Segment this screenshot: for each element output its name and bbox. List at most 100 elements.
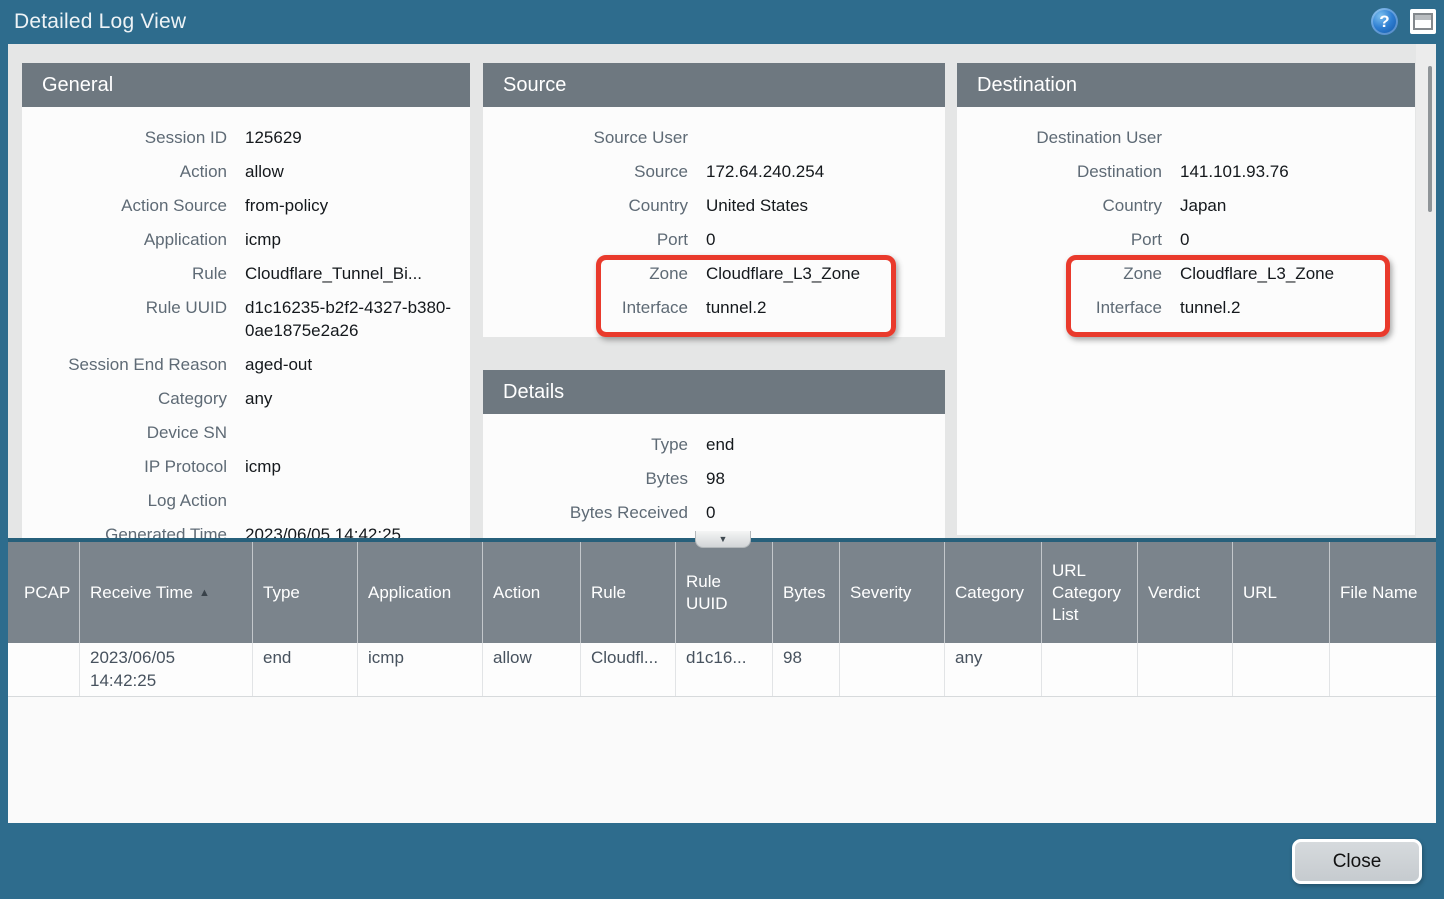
panel-source: Source Source User Source172.64.240.254 … <box>483 63 945 337</box>
field-label: Action <box>22 160 227 183</box>
vertical-scrollbar-track[interactable] <box>1416 44 1436 538</box>
field-value: allow <box>245 160 470 183</box>
field-label: Source User <box>483 126 688 149</box>
chevron-down-icon: ▼ <box>719 535 728 544</box>
field-value: aged-out <box>245 353 470 376</box>
cell-category: any <box>945 643 1042 696</box>
column-header-bytes[interactable]: Bytes <box>773 542 840 643</box>
field-value: 141.101.93.76 <box>1180 160 1415 183</box>
field-row: CountryUnited States <box>483 189 945 223</box>
field-value: tunnel.2 <box>706 296 945 319</box>
column-header-type[interactable]: Type <box>253 542 358 643</box>
window-restore-icon[interactable] <box>1410 9 1436 34</box>
field-row: ZoneCloudflare_L3_Zone <box>957 257 1415 291</box>
field-label: Generated Time <box>22 523 227 538</box>
help-icon[interactable]: ? <box>1371 8 1398 35</box>
column-header-receive-time[interactable]: Receive Time ▲ <box>80 542 253 643</box>
field-row: Destination 141.101.93.76 <box>957 155 1415 189</box>
field-row: Rule UUIDd1c16235-b2f2-4327-b380-0ae1875… <box>22 291 470 348</box>
field-row: Generated Time2023/06/05 14:42:25 <box>22 518 470 538</box>
field-value: United States <box>706 194 945 217</box>
cell-verdict <box>1138 643 1233 696</box>
panel-general-body: Session ID125629 Actionallow Action Sour… <box>22 107 470 538</box>
field-value: 0 <box>706 501 945 524</box>
table-row[interactable]: 2023/06/05 14:42:25 end icmp allow Cloud… <box>8 643 1436 697</box>
detailed-log-view-dialog: Detailed Log View ? General Session ID12… <box>0 0 1444 899</box>
column-header-url-category-list[interactable]: URL Category List <box>1042 542 1138 643</box>
table-header-row: PCAP Receive Time ▲ Type Application Act… <box>8 542 1436 643</box>
field-value: 98 <box>706 467 945 490</box>
close-button[interactable]: Close <box>1292 839 1422 884</box>
column-header-rule[interactable]: Rule <box>581 542 676 643</box>
field-label: Source <box>483 160 688 183</box>
field-label: Destination <box>957 160 1162 183</box>
field-value <box>1180 126 1415 149</box>
field-row: Source172.64.240.254 <box>483 155 945 189</box>
field-value: icmp <box>245 455 470 478</box>
panel-details-body: Typeend Bytes 98 Bytes Received0 <box>483 414 945 530</box>
field-label: Rule UUID <box>22 296 227 342</box>
field-value: Cloudflare_Tunnel_Bi... <box>245 262 470 285</box>
field-label: Type <box>483 433 688 456</box>
field-value: 0 <box>1180 228 1415 251</box>
field-row: Port 0 <box>957 223 1415 257</box>
panel-details: Details Typeend Bytes 98 Bytes Received0 <box>483 370 945 538</box>
field-label: Session End Reason <box>22 353 227 376</box>
field-row: Action Sourcefrom-policy <box>22 189 470 223</box>
panel-details-title: Details <box>483 370 945 414</box>
field-label: Country <box>957 194 1162 217</box>
log-entries-table: PCAP Receive Time ▲ Type Application Act… <box>8 538 1436 823</box>
field-value <box>245 489 470 512</box>
log-detail-content: General Session ID125629 Actionallow Act… <box>8 44 1436 538</box>
field-label: IP Protocol <box>22 455 227 478</box>
panel-destination-title: Destination <box>957 63 1415 107</box>
field-row: Categoryany <box>22 382 470 416</box>
panel-source-title: Source <box>483 63 945 107</box>
field-row: Bytes Received0 <box>483 496 945 530</box>
field-row: Interfacetunnel.2 <box>957 291 1415 325</box>
field-row: Bytes 98 <box>483 462 945 496</box>
cell-receive-time: 2023/06/05 14:42:25 <box>80 643 253 696</box>
field-label: Zone <box>483 262 688 285</box>
cell-application: icmp <box>358 643 483 696</box>
column-header-pcap[interactable]: PCAP <box>14 542 80 643</box>
cell-severity <box>840 643 945 696</box>
column-header-category[interactable]: Category <box>945 542 1042 643</box>
field-value <box>245 421 470 444</box>
field-row: Device SN <box>22 416 470 450</box>
field-value: any <box>245 387 470 410</box>
cell-url-category-list <box>1042 643 1138 696</box>
field-value: end <box>706 433 945 456</box>
column-header-verdict[interactable]: Verdict <box>1138 542 1233 643</box>
field-label: Zone <box>957 262 1162 285</box>
field-row: Session End Reason aged-out <box>22 348 470 382</box>
column-header-severity[interactable]: Severity <box>840 542 945 643</box>
field-value: Japan <box>1180 194 1415 217</box>
field-value: 125629 <box>245 126 470 149</box>
column-header-url[interactable]: URL <box>1233 542 1330 643</box>
column-header-rule-uuid[interactable]: Rule UUID <box>676 542 773 643</box>
page-title: Detailed Log View <box>0 10 186 34</box>
column-header-file-name[interactable]: File Name <box>1330 542 1436 643</box>
window-glyph <box>1413 13 1433 30</box>
cell-action: allow <box>483 643 581 696</box>
field-label: Port <box>957 228 1162 251</box>
field-label: Log Action <box>22 489 227 512</box>
field-label: Action Source <box>22 194 227 217</box>
field-label: Bytes <box>483 467 688 490</box>
cell-rule: Cloudfl... <box>581 643 676 696</box>
field-row: Rule Cloudflare_Tunnel_Bi... <box>22 257 470 291</box>
panel-general: General Session ID125629 Actionallow Act… <box>22 63 470 538</box>
field-label: Interface <box>957 296 1162 319</box>
panel-source-body: Source User Source172.64.240.254 Country… <box>483 107 945 325</box>
column-header-application[interactable]: Application <box>358 542 483 643</box>
cell-bytes: 98 <box>773 643 840 696</box>
field-row: Action allow <box>22 155 470 189</box>
field-value: icmp <box>245 228 470 251</box>
vertical-scrollbar-thumb[interactable] <box>1428 66 1432 212</box>
field-label: Rule <box>22 262 227 285</box>
help-icon-glyph: ? <box>1379 12 1389 32</box>
collapse-panel-handle[interactable]: ▼ <box>695 531 751 548</box>
column-header-action[interactable]: Action <box>483 542 581 643</box>
panel-destination-body: Destination User Destination141.101.93.7… <box>957 107 1415 325</box>
